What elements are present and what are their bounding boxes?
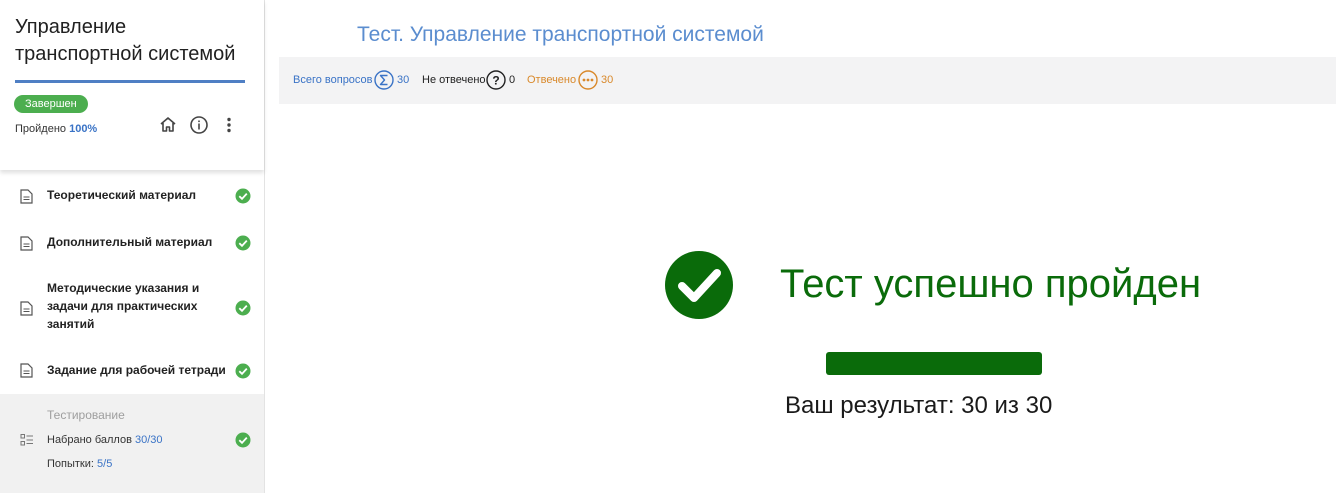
check-circle-icon — [235, 300, 251, 316]
sidebar-item-label: Методические указания и задачи для практ… — [47, 281, 200, 331]
document-icon — [20, 301, 33, 316]
test-score: Набрано баллов 30/30 — [47, 434, 163, 446]
home-icon[interactable] — [158, 115, 178, 135]
question-icon: ? — [486, 70, 506, 90]
unanswered-value: 0 — [509, 74, 516, 86]
sidebar-item-theory[interactable]: Теоретический материал — [0, 172, 264, 218]
test-title: Тестирование — [47, 408, 125, 422]
test-score-value: 30/30 — [135, 434, 163, 446]
title-underline — [15, 80, 245, 83]
result-progress-bar — [826, 352, 1042, 375]
test-score-label: Набрано баллов — [47, 434, 132, 446]
total-questions-label: Всего вопросов — [293, 74, 373, 86]
answered-value: 30 — [601, 74, 614, 86]
page-title: Тест. Управление транспортной системой — [357, 23, 764, 46]
check-circle-icon — [235, 235, 251, 251]
sigma-icon — [374, 70, 394, 90]
sidebar-item-guidelines[interactable]: Методические указания и задачи для практ… — [0, 270, 264, 346]
check-circle-icon — [235, 363, 251, 379]
sidebar-item-workbook[interactable]: Задание для рабочей тетради — [0, 348, 264, 392]
test-attempts-label: Попытки: — [47, 458, 94, 470]
sidebar-item-label: Дополнительный материал — [47, 235, 213, 249]
sidebar-item-additional[interactable]: Дополнительный материал — [0, 220, 264, 266]
test-attempts-value: 5/5 — [97, 458, 113, 470]
success-check-icon — [664, 250, 734, 320]
result-score: Ваш результат: 30 из 30 — [785, 392, 1053, 419]
sidebar-item-label: Задание для рабочей тетради — [47, 363, 226, 377]
sidebar-item-testing[interactable]: Тестирование Набрано баллов 30/30 Попытк… — [0, 394, 264, 493]
sidebar: Управление транспортной системой Заверше… — [0, 0, 265, 493]
result-title: Тест успешно пройден — [780, 262, 1202, 306]
unanswered-label: Не отвечено — [422, 74, 486, 86]
course-title: Управление транспортной системой — [15, 16, 236, 65]
answered-label: Отвечено — [527, 74, 577, 86]
check-circle-icon — [235, 188, 251, 204]
more-vert-icon[interactable] — [219, 115, 239, 135]
sidebar-item-label: Теоретический материал — [47, 188, 197, 202]
more-horiz-icon — [578, 70, 598, 90]
svg-text:?: ? — [492, 74, 499, 88]
check-circle-icon — [235, 432, 251, 448]
total-questions-value: 30 — [397, 74, 410, 86]
document-icon — [20, 363, 33, 378]
sidebar-header: Управление транспортной системой Заверше… — [0, 0, 264, 170]
stats-bar: Всего вопросов 30 Не отвечено ? 0 Отвече… — [279, 57, 1336, 104]
document-icon — [20, 189, 33, 204]
progress-text: Пройдено 100% — [15, 123, 97, 135]
status-badge: Завершен — [14, 95, 88, 113]
document-icon — [20, 236, 33, 251]
info-icon[interactable] — [189, 115, 209, 135]
progress-value: 100% — [69, 123, 98, 135]
test-attempts: Попытки: 5/5 — [47, 458, 112, 470]
checklist-icon — [20, 433, 33, 448]
progress-label: Пройдено — [15, 123, 67, 135]
